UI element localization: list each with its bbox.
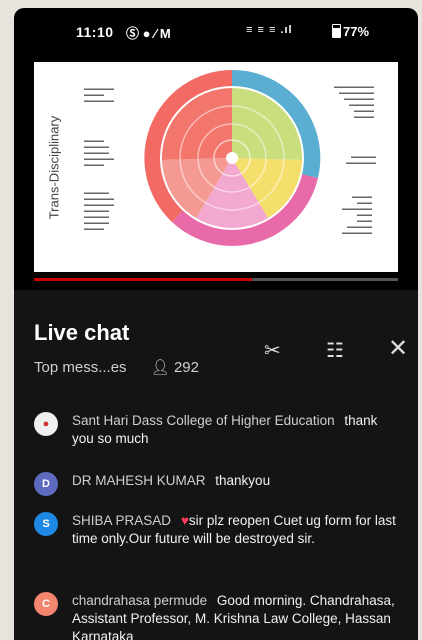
slide-vertical-title: Trans-Disciplinary bbox=[46, 115, 62, 219]
slide-text-block-4: ▬▬▬▬▬▬▬▬ ▬▬▬▬▬▬▬ ▬▬▬▬▬▬ ▬▬▬▬▬ ▬▬▬▬ ▬▬▬▬ bbox=[334, 84, 374, 120]
discipline-wheel-diagram bbox=[144, 69, 321, 246]
avatar[interactable]: S bbox=[34, 512, 58, 536]
slide-text-block-5: ▬▬▬▬▬ ▬▬▬▬▬▬ bbox=[346, 154, 376, 166]
slide-text-block-1: ▬▬▬▬▬▬ ▬▬▬▬ ▬▬▬▬▬▬ bbox=[84, 86, 114, 104]
live-chat-title: Live chat bbox=[34, 320, 130, 345]
video-progress-bar[interactable] bbox=[34, 278, 398, 281]
status-time: 11:10 bbox=[76, 24, 114, 40]
status-bar: 11:10 Ⓢ ● ∕ M ≡ ≡ ≡ .ıl 77% bbox=[14, 8, 418, 52]
chat-message-body: Sant Hari Dass College of Higher Educati… bbox=[72, 412, 402, 448]
notification-icons: Ⓢ ● ∕ M bbox=[126, 26, 171, 41]
slide-text-block-2: ▬▬▬▬ ▬▬▬▬▬ ▬▬▬▬▬ ▬▬▬▬▬▬ ▬▬▬▬ bbox=[84, 138, 114, 168]
signal-icons: ≡ ≡ ≡ .ıl bbox=[246, 24, 293, 36]
battery-indicator: 77% bbox=[332, 24, 369, 39]
heart-icon: ♥ bbox=[180, 513, 189, 528]
viewer-count: 👤︎ 292 bbox=[151, 359, 199, 376]
viewer-count-value: 292 bbox=[173, 359, 199, 376]
chat-message-body: DR MAHESH KUMAR thankyou bbox=[72, 472, 402, 490]
person-icon: 👤︎ bbox=[150, 359, 170, 376]
chat-filter-row[interactable]: Top mess...es 👤︎ 292 bbox=[34, 358, 199, 376]
battery-percent: 77% bbox=[343, 24, 370, 39]
battery-icon bbox=[332, 24, 341, 38]
avatar[interactable]: ● bbox=[34, 412, 58, 436]
chat-filter-dropdown[interactable]: Top mess...es bbox=[34, 359, 127, 376]
presentation-slide: Trans-Disciplinary ▬▬▬▬▬▬ ▬▬▬▬ ▬▬▬▬▬▬ ▬▬▬▬… bbox=[34, 62, 398, 272]
chat-text: thankyou bbox=[215, 473, 271, 488]
live-chat-panel: Live chat Top mess...es 👤︎ 292 ✂ ☷ ✕ ● S… bbox=[14, 290, 418, 640]
close-icon[interactable]: ✕ bbox=[388, 334, 408, 363]
video-player[interactable]: Trans-Disciplinary ▬▬▬▬▬▬ ▬▬▬▬ ▬▬▬▬▬▬ ▬▬▬▬… bbox=[14, 52, 418, 290]
scissors-icon[interactable]: ✂ bbox=[264, 338, 281, 363]
chat-author[interactable]: DR MAHESH KUMAR bbox=[72, 473, 206, 488]
chat-author[interactable]: Sant Hari Dass College of Higher Educati… bbox=[72, 413, 335, 428]
chat-message-body: SHIBA PRASAD ♥sir plz reopen Cuet ug for… bbox=[72, 512, 402, 548]
chat-author[interactable]: SHIBA PRASAD bbox=[72, 513, 171, 528]
sliders-icon[interactable]: ☷ bbox=[326, 338, 344, 363]
slide-text-block-6: ▬▬▬▬ ▬▬▬ ▬▬▬▬▬▬ ▬▬▬ ▬▬▬ ▬▬▬▬▬ ▬▬▬▬▬▬ bbox=[342, 194, 372, 236]
slide-vertical-title-box: Trans-Disciplinary bbox=[32, 62, 76, 272]
chat-author[interactable]: chandrahasa permude bbox=[72, 593, 207, 608]
video-progress-fill bbox=[34, 278, 253, 281]
avatar[interactable]: D bbox=[34, 472, 58, 496]
slide-text-block-3: ▬▬▬▬▬ ▬▬▬▬▬▬ ▬▬▬▬▬▬ ▬▬▬▬▬ ▬▬▬▬▬ ▬▬▬▬▬ ▬▬▬▬ bbox=[84, 190, 114, 232]
avatar[interactable]: C bbox=[34, 592, 58, 616]
chat-message-body: chandrahasa permude Good morning. Chandr… bbox=[72, 592, 402, 640]
phone-screen: 11:10 Ⓢ ● ∕ M ≡ ≡ ≡ .ıl 77% Trans-Discip… bbox=[14, 8, 418, 640]
